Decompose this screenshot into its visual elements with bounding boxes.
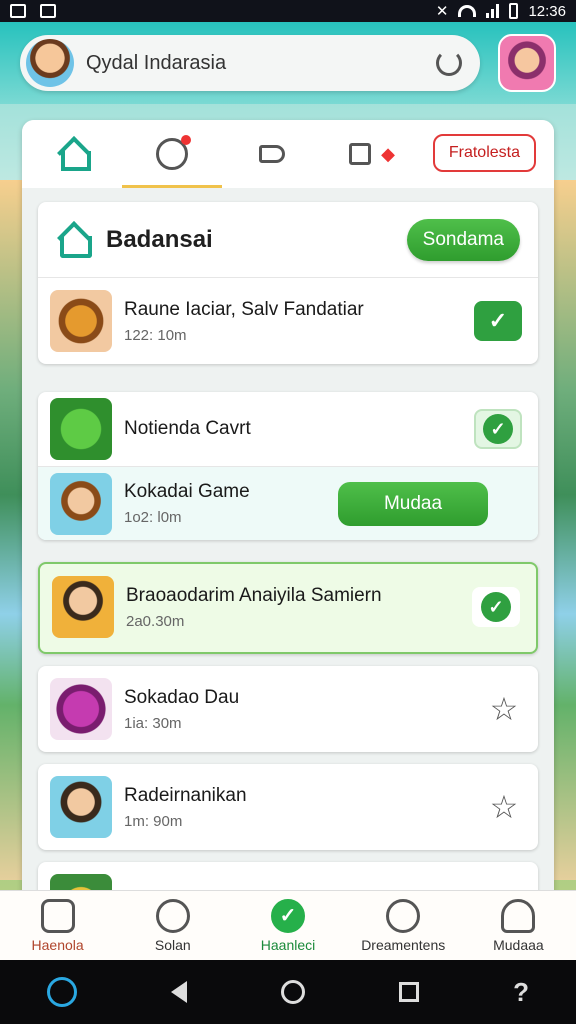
- section-home-icon: [56, 224, 92, 258]
- section-card: Badansai Sondama Raune Iaciar, Salv Fand…: [38, 202, 538, 364]
- tab-activity[interactable]: [122, 120, 222, 188]
- section-action-button[interactable]: Sondama: [406, 218, 520, 261]
- search-bar[interactable]: Qydal Indarasia: [20, 35, 480, 91]
- power-icon[interactable]: [47, 977, 77, 1007]
- item-time: 1m: 90m: [124, 812, 183, 830]
- nav-home[interactable]: Haenola: [0, 891, 115, 960]
- check-badge-icon: ✓: [481, 592, 511, 622]
- list-card: Sokadao Dau 1ia: 30m ☆: [38, 666, 538, 752]
- item-title: Braoaodarim Anaiyila Samiern: [126, 584, 382, 606]
- status-time: 12:36: [528, 2, 566, 20]
- nav-label: Haanleci: [260, 936, 316, 953]
- item-time: 1ia: 30m: [124, 714, 182, 732]
- search-header: Qydal Indarasia: [0, 22, 576, 104]
- home-icon: [57, 139, 91, 171]
- list-card: Notienda Cavrt ✓ Kokadai Game 1o2: l0m M…: [38, 392, 538, 540]
- battery-icon: [509, 3, 519, 19]
- check-badge-icon: ✓: [483, 414, 513, 444]
- back-icon[interactable]: [171, 981, 188, 1003]
- check-circle-icon: ✓: [271, 898, 305, 933]
- nav-label: Mudaaa: [493, 936, 544, 953]
- home-icon: [40, 898, 75, 933]
- recent-apps-icon[interactable]: [399, 982, 420, 1002]
- highlighted-card: Braoaodarim Anaiyila Samiern 2a0.30m ✓: [38, 562, 538, 654]
- section-header: Badansai Sondama: [38, 202, 538, 278]
- game-thumbnail: [50, 472, 112, 535]
- item-title: Sokadao Dau: [124, 686, 240, 708]
- star-icon[interactable]: ☆: [486, 788, 522, 826]
- section-title: Badansai: [106, 225, 213, 253]
- bottom-navigation: Haenola Solan ✓ Haanleci Dreamentens Mud…: [0, 890, 576, 960]
- help-icon[interactable]: ?: [513, 977, 529, 1008]
- avatar[interactable]: [26, 39, 74, 87]
- check-icon[interactable]: ✓: [474, 409, 522, 449]
- list-item[interactable]: Braoaodarim Anaiyila Samiern 2a0.30m ✓: [40, 564, 536, 650]
- tab-documents[interactable]: ◆: [322, 120, 422, 188]
- game-thumbnail: [50, 398, 112, 460]
- list-card: Radeirnanikan 1m: 90m ☆: [38, 764, 538, 850]
- notification-dot: [181, 135, 191, 145]
- item-time: 2a0.30m: [126, 612, 185, 630]
- achievements-icon: [386, 898, 421, 933]
- list-item[interactable]: Kokadai Game 1o2: l0m Mudaa: [38, 466, 538, 540]
- system-navigation-bar: ?: [0, 960, 576, 1024]
- game-thumbnail: [50, 776, 112, 838]
- app-notification-icon: [40, 4, 56, 18]
- item-title: Radeirnanikan: [124, 784, 247, 806]
- tab-home[interactable]: [22, 120, 122, 188]
- refresh-icon[interactable]: [436, 50, 462, 76]
- nav-completed[interactable]: ✓ Haanleci: [230, 891, 345, 960]
- badge-button[interactable]: Fratolesta: [432, 134, 536, 172]
- wifi-icon: [458, 5, 477, 17]
- status-bar: ✕ 12:36: [0, 0, 576, 22]
- game-thumbnail: [52, 576, 114, 638]
- document-icon: [349, 143, 372, 165]
- item-time: 122: 10m: [124, 326, 187, 344]
- signal-icon: [486, 4, 500, 18]
- list-item[interactable]: Notienda Cavrt ✓: [38, 392, 538, 466]
- gallery-icon: [10, 4, 26, 18]
- tab-bar: ◆ Fratolesta: [22, 120, 554, 188]
- tab-share[interactable]: [222, 120, 322, 188]
- search-icon: [155, 898, 190, 933]
- check-icon[interactable]: ✓: [474, 301, 522, 341]
- person-icon: [501, 898, 536, 933]
- item-title: Notienda Cavrt: [124, 418, 251, 439]
- home-button-icon[interactable]: [281, 980, 306, 1004]
- profile-avatar[interactable]: [498, 34, 556, 92]
- list-item[interactable]: Raune Iaciar, Salv Fandatiar 122: 10m ✓: [38, 278, 538, 364]
- game-thumbnail: [50, 678, 112, 740]
- item-title: Raune Iaciar, Salv Fandatiar: [124, 298, 364, 320]
- nav-label: Dreamentens: [361, 936, 446, 953]
- mute-icon: ✕: [435, 3, 449, 20]
- item-action-button[interactable]: Mudaa: [338, 482, 488, 526]
- flag-icon: ◆: [381, 143, 395, 164]
- nav-label: Solan: [154, 936, 191, 953]
- nav-search[interactable]: Solan: [115, 891, 230, 960]
- share-icon: [259, 145, 285, 163]
- nav-achievements[interactable]: Dreamentens: [346, 891, 461, 960]
- smiley-icon: [156, 135, 191, 170]
- nav-label: Haenola: [31, 936, 84, 953]
- list-item[interactable]: Sokadao Dau 1ia: 30m ☆: [38, 666, 538, 752]
- game-thumbnail: [50, 290, 112, 352]
- star-icon[interactable]: ☆: [486, 690, 522, 728]
- list-item[interactable]: Radeirnanikan 1m: 90m ☆: [38, 764, 538, 850]
- main-panel: ◆ Fratolesta Badansai Sondama Raune Iaci…: [22, 120, 554, 910]
- check-icon[interactable]: ✓: [472, 587, 520, 627]
- nav-profile[interactable]: Mudaaa: [461, 891, 576, 960]
- search-input[interactable]: Qydal Indarasia: [86, 52, 424, 75]
